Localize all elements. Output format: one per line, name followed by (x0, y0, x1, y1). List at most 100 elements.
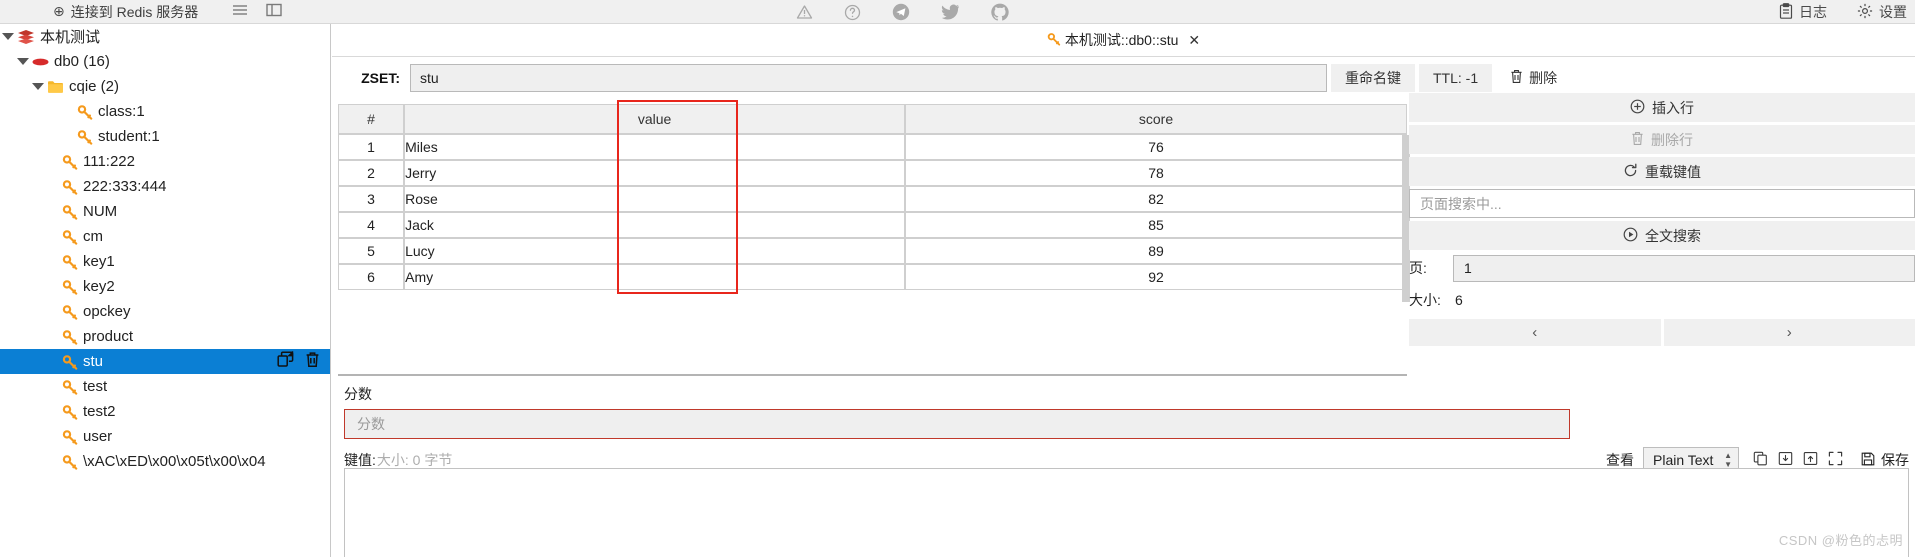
fulltext-search-button[interactable]: 全文搜索 (1409, 221, 1915, 250)
next-page-button[interactable]: › (1663, 319, 1915, 346)
settings-label: 设置 (1879, 4, 1907, 20)
insert-row-button[interactable]: 插入行 (1409, 93, 1915, 122)
top-toolbar: ⊕ 连接到 Redis 服务器 日志 设置 (0, 0, 1915, 24)
cell-score[interactable]: 89 (905, 238, 1407, 264)
chevron-down-icon[interactable] (32, 83, 44, 90)
tree-item-user[interactable]: user (0, 424, 330, 449)
save-label: 保存 (1881, 452, 1909, 468)
clipboard-icon (1779, 2, 1793, 22)
fullscreen-icon[interactable] (1828, 451, 1843, 469)
help-icon[interactable] (844, 4, 861, 21)
table-header-score[interactable]: score (905, 104, 1407, 134)
cell-value[interactable]: Rose (404, 186, 906, 212)
connect-server-label: 连接到 Redis 服务器 (70, 3, 199, 20)
tree-item-db0-16-[interactable]: db0 (16) (0, 49, 330, 74)
table-header-index[interactable]: # (338, 104, 405, 134)
key-name-input[interactable]: stu (410, 64, 1327, 92)
cell-score[interactable]: 76 (905, 134, 1407, 160)
save-button[interactable]: 保存 (1861, 450, 1909, 470)
cell-idx[interactable]: 5 (338, 238, 405, 264)
import-icon[interactable] (1778, 451, 1793, 469)
table-row[interactable]: 4 Jack 85 (338, 212, 1407, 238)
warning-icon[interactable] (796, 4, 813, 20)
cell-idx[interactable]: 2 (338, 160, 405, 186)
github-icon[interactable] (991, 3, 1009, 21)
table-row[interactable]: 1 Miles 76 (338, 134, 1407, 160)
key-icon (1047, 32, 1061, 49)
chevron-down-icon[interactable] (2, 33, 14, 40)
cell-score[interactable]: 85 (905, 212, 1407, 238)
tree-item-222-333-444[interactable]: 222:333:444 (0, 174, 330, 199)
telegram-icon[interactable] (892, 3, 910, 21)
tree-item-class-1[interactable]: class:1 (0, 99, 330, 124)
tree-item-product[interactable]: product (0, 324, 330, 349)
view-format-label: 查看 (1606, 452, 1634, 468)
prev-page-button[interactable]: ‹ (1409, 319, 1661, 346)
tree-item-test[interactable]: test (0, 374, 330, 399)
table-header-value[interactable]: value (404, 104, 906, 134)
settings-button[interactable]: 设置 (1857, 2, 1907, 22)
tree-item-label: opckey (83, 303, 131, 320)
trash-icon[interactable] (305, 351, 320, 372)
cell-idx[interactable]: 6 (338, 264, 405, 290)
value-textarea[interactable] (344, 468, 1909, 557)
tree-item-cqie-2-[interactable]: cqie (2) (0, 74, 330, 99)
ttl-button[interactable]: TTL: -1 (1419, 64, 1493, 92)
tree-item--[interactable]: 本机测试 (0, 24, 330, 49)
rename-key-button[interactable]: 重命名键 (1331, 64, 1415, 92)
tree-item-test2[interactable]: test2 (0, 399, 330, 424)
editor-icon-bar (1753, 451, 1843, 469)
reload-value-button[interactable]: 重载键值 (1409, 157, 1915, 186)
score-input[interactable]: 分数 (344, 409, 1570, 439)
tree-item-key2[interactable]: key2 (0, 274, 330, 299)
twitter-icon[interactable] (941, 4, 960, 20)
cell-value[interactable]: Jack (404, 212, 906, 238)
tab-key-stu[interactable]: 本机测试::db0::stu ✕ (1047, 30, 1200, 50)
tree-item-student-1[interactable]: student:1 (0, 124, 330, 149)
tree-item--xac-xed-x00-x05t-x00-x04[interactable]: \xAC\xED\x00\x05t\x00\x04 (0, 449, 330, 474)
copy-key-icon[interactable] (277, 350, 295, 372)
cell-idx[interactable]: 3 (338, 186, 405, 212)
delete-key-button[interactable]: 删除 (1496, 64, 1571, 92)
table-row[interactable]: 3 Rose 82 (338, 186, 1407, 212)
tree-item-num[interactable]: NUM (0, 199, 330, 224)
cell-value[interactable]: Amy (404, 264, 906, 290)
chevron-down-icon[interactable] (17, 58, 29, 65)
page-input[interactable]: 1 (1453, 254, 1915, 282)
cell-idx[interactable]: 1 (338, 134, 405, 160)
cell-idx[interactable]: 4 (338, 212, 405, 238)
chevron-updown-icon: ▲ ▼ (1724, 451, 1732, 469)
table-row[interactable]: 6 Amy 92 (338, 264, 1407, 290)
cell-value[interactable]: Lucy (404, 238, 906, 264)
tree-item-label: key2 (83, 278, 115, 295)
cell-score[interactable]: 78 (905, 160, 1407, 186)
key-icon (62, 429, 78, 445)
tree-item-key1[interactable]: key1 (0, 249, 330, 274)
tree-item-opckey[interactable]: opckey (0, 299, 330, 324)
tree-item-stu[interactable]: stu (0, 349, 330, 374)
insert-row-label: 插入行 (1652, 99, 1694, 116)
cell-value[interactable]: Miles (404, 134, 906, 160)
table-header-row: # value score (338, 104, 1407, 134)
connect-server-button[interactable]: ⊕ 连接到 Redis 服务器 (53, 2, 198, 22)
list-view-icon[interactable] (232, 3, 248, 20)
cell-score[interactable]: 92 (905, 264, 1407, 290)
cell-score[interactable]: 82 (905, 186, 1407, 212)
delete-row-button[interactable]: 删除行 (1409, 125, 1915, 154)
tab-close-icon[interactable]: ✕ (1188, 32, 1200, 49)
table-row[interactable]: 2 Jerry 78 (338, 160, 1407, 186)
page-search-input[interactable]: 页面搜索中... (1409, 189, 1915, 218)
table-row[interactable]: 5 Lucy 89 (338, 238, 1407, 264)
tree-item-label: \xAC\xED\x00\x05t\x00\x04 (83, 453, 266, 470)
tree-item-cm[interactable]: cm (0, 224, 330, 249)
log-label: 日志 (1799, 4, 1827, 20)
key-tree-sidebar[interactable]: 本机测试 db0 (16) cqie (2) class:1 student:1 111:… (0, 24, 331, 557)
log-button[interactable]: 日志 (1779, 2, 1827, 22)
tree-item-label: class:1 (98, 103, 145, 120)
key-icon (62, 379, 78, 395)
export-icon[interactable] (1803, 451, 1818, 469)
cell-value[interactable]: Jerry (404, 160, 906, 186)
panel-view-icon[interactable] (266, 3, 283, 20)
tree-item-111-222[interactable]: 111:222 (0, 149, 330, 174)
copy-icon[interactable] (1753, 451, 1768, 469)
